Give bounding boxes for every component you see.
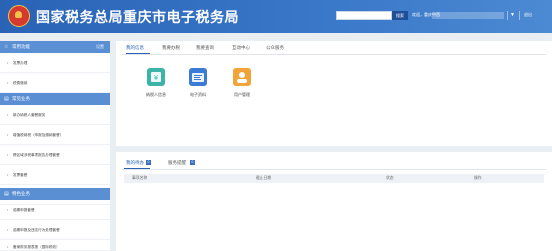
column-header: 操作	[474, 176, 482, 180]
sidebar-item[interactable]: 税费缴纳	[0, 73, 110, 93]
header-divider	[507, 11, 508, 20]
sidebar-item[interactable]: 逾期申报及违法行为处理套餐	[0, 220, 110, 240]
sidebar-item[interactable]: 发票套餐	[0, 165, 110, 185]
tab-my-info[interactable]: 我的信息	[126, 45, 144, 51]
site-title: 国家税务总局重庆市电子税务局	[36, 9, 239, 25]
sidebar-section-featured[interactable]: ▤ 特色业务	[0, 188, 110, 200]
tab-service-reminder[interactable]: 服务提醒	[168, 160, 186, 166]
sidebar-item[interactable]: 逾期申报套餐	[0, 200, 110, 220]
app-label: 用户管理	[234, 92, 250, 97]
section-title: 常见业务	[12, 96, 30, 101]
tab-divider	[122, 54, 546, 55]
electronic-data-icon	[189, 68, 207, 86]
app-electronic-data[interactable]: 电子资料	[178, 68, 218, 98]
app-taxpayer-info[interactable]: ¥ 纳税人信息	[136, 68, 176, 98]
reminder-count-badge: 0	[190, 160, 195, 165]
sidebar-section-common[interactable]: ☆ 常用功能 设置	[0, 41, 110, 53]
header-divider	[519, 11, 520, 20]
star-icon: ☆	[4, 44, 9, 50]
tab-my-todo[interactable]: 我的待办	[126, 160, 144, 166]
taxpayer-info-icon: ¥	[147, 68, 165, 86]
folder-icon: ▤	[4, 96, 9, 102]
tab-divider	[122, 169, 546, 170]
section-title: 常用功能	[12, 44, 30, 49]
tab-query[interactable]: 我要查询	[196, 45, 214, 51]
sidebar-section-frequent[interactable]: ▤ 常见业务	[0, 93, 110, 105]
sidebar: ☆ 常用功能 设置 发票办理 税费缴纳 ▤ 常见业务 新办纳税人套餐服务 增值税…	[0, 41, 110, 251]
table-header: 事项名称 截止日期 状态 操作	[124, 174, 544, 183]
tab-public-service[interactable]: 公众服务	[266, 45, 284, 51]
folder-icon: ▤	[4, 191, 9, 197]
column-header: 事项名称	[132, 176, 148, 180]
sidebar-item[interactable]: 增值税纳税（申报及缴纳套餐）	[0, 125, 110, 145]
tax-emblem-logo	[8, 5, 30, 27]
sidebar-item[interactable]: 备案财务报表报（国际税收）	[0, 240, 110, 251]
todo-count-badge: 0	[146, 160, 151, 165]
search-input[interactable]	[336, 11, 392, 20]
main-panel: 我的信息 我要办税 我要查询 互动中心 公众服务 ¥ 纳税人信息 电子资料 用户…	[116, 41, 552, 146]
settings-link[interactable]: 设置	[96, 41, 104, 53]
sidebar-item[interactable]: 新办纳税人套餐服务	[0, 105, 110, 125]
top-header: 国家税务总局重庆市电子税务局 搜索 欢迎，重庆中西 ▼ 退出	[0, 0, 552, 33]
app-user-management[interactable]: 用户管理	[222, 68, 262, 98]
sidebar-item[interactable]: 跨区域涉税事项报告办理套餐	[0, 145, 110, 165]
tab-tax-handling[interactable]: 我要办税	[162, 45, 180, 51]
search-button[interactable]: 搜索	[392, 11, 408, 20]
app-label: 纳税人信息	[146, 92, 166, 97]
section-title: 特色业务	[12, 191, 30, 196]
svg-text:¥: ¥	[154, 74, 159, 82]
sidebar-item[interactable]: 发票办理	[0, 53, 110, 73]
chevron-down-icon[interactable]: ▼	[510, 12, 515, 18]
todo-panel: 我的待办 0 服务提醒 0 事项名称 截止日期 状态 操作	[116, 152, 552, 251]
exit-link[interactable]: 退出	[524, 12, 532, 18]
user-name-redacted	[432, 12, 504, 19]
user-management-icon	[233, 68, 251, 86]
column-header: 状态	[386, 176, 394, 180]
column-header: 截止日期	[256, 176, 272, 180]
app-label: 电子资料	[190, 92, 206, 97]
tab-interaction[interactable]: 互动中心	[232, 45, 250, 51]
